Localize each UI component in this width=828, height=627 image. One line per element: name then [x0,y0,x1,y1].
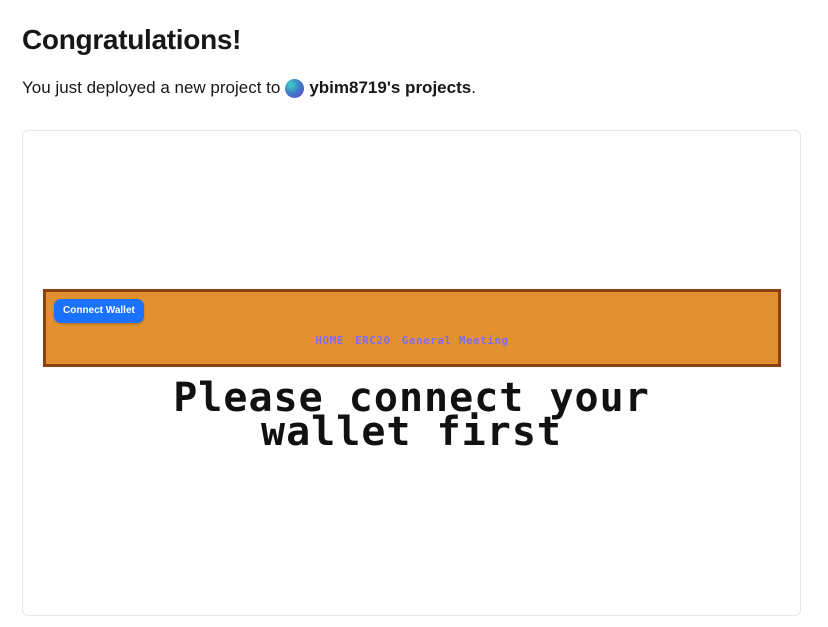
connect-wallet-button[interactable]: Connect Wallet [54,299,144,323]
subtitle-suffix: . [471,78,476,97]
deploy-subtitle: You just deployed a new project to ybim8… [22,76,476,100]
connect-wallet-message: Please connect your wallet first [23,378,800,455]
message-line-2: wallet first [261,409,562,455]
team-avatar-icon [285,78,305,98]
subtitle-prefix: You just deployed a new project to [22,78,281,97]
page-title: Congratulations! [22,24,242,55]
app-header: Connect Wallet HOME ERC20 General Meetin… [43,289,781,367]
nav-link-home[interactable]: HOME [315,334,344,347]
deployment-preview[interactable]: Connect Wallet HOME ERC20 General Meetin… [22,130,801,616]
nav-link-erc20[interactable]: ERC20 [355,334,391,347]
team-name: ybim8719's projects [309,78,472,97]
nav-link-general-meeting[interactable]: General Meeting [402,334,509,347]
app-nav: HOME ERC20 General Meeting [46,334,778,347]
